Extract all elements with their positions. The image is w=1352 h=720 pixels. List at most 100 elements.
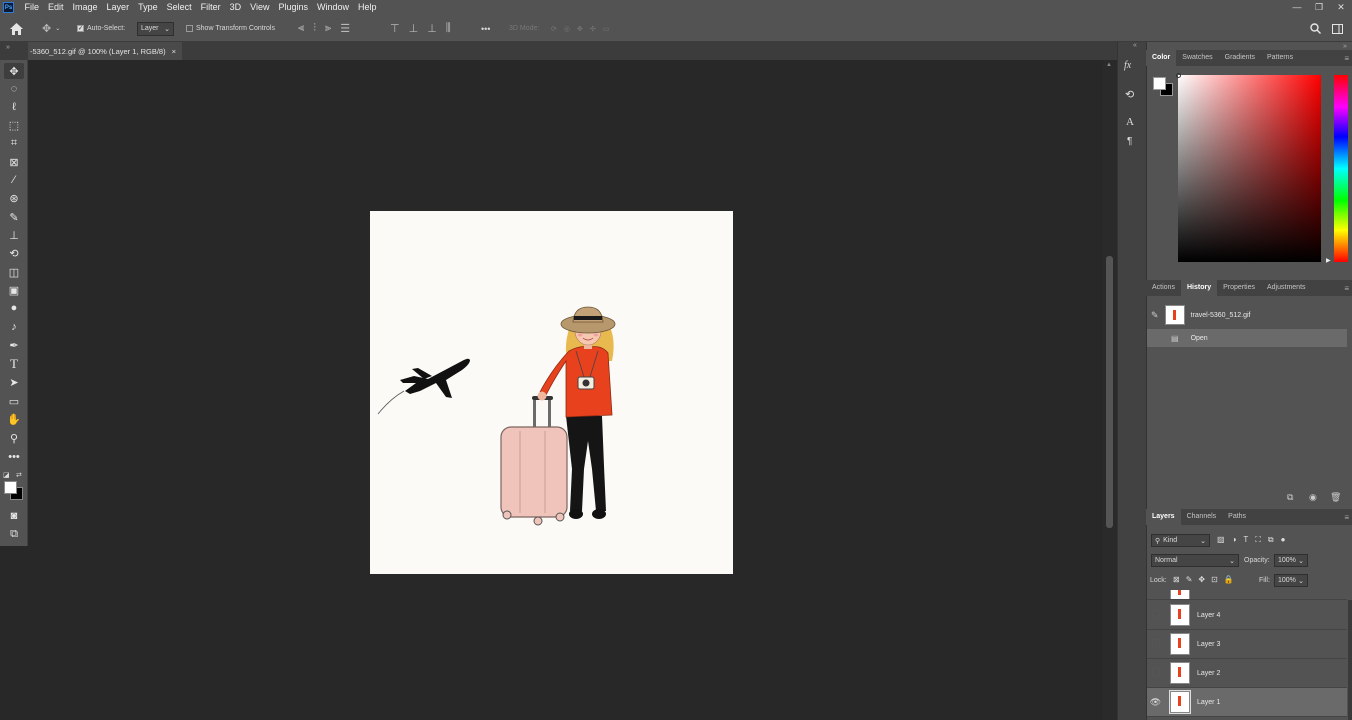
menu-window[interactable]: Window [317, 0, 349, 15]
lock-artboard-icon[interactable]: ⊡ [1211, 575, 1218, 584]
3d-video-icon[interactable]: ▭ [603, 25, 610, 33]
new-document-from-state-icon[interactable]: ⧉ [1287, 492, 1293, 503]
opacity-input[interactable]: 100% ⌄ [1274, 554, 1308, 567]
3d-orbit-icon[interactable]: ⟳ [551, 25, 557, 33]
history-brush-source-icon[interactable]: ✎ [1151, 310, 1159, 321]
clone-stamp-icon[interactable]: ⊥ [4, 227, 24, 243]
collapse-dock-icon[interactable]: » [1343, 43, 1347, 50]
color-picker-field[interactable] [1178, 75, 1321, 262]
menu-3d[interactable]: 3D [230, 0, 242, 15]
align-middle-icon[interactable]: ⊥ [409, 22, 419, 35]
history-state-row[interactable]: ▤ Open [1147, 329, 1347, 347]
type-tool-icon[interactable]: T [4, 356, 24, 372]
more-options-button[interactable]: ••• [481, 15, 490, 42]
3d-pan-icon[interactable]: ✥ [577, 25, 583, 33]
lock-position-icon[interactable]: ✥ [1198, 575, 1205, 584]
pen-tool-icon[interactable]: ✒ [4, 337, 24, 353]
align-left-icon[interactable]: ⫷ [298, 22, 304, 35]
layer-row[interactable]: Layer 3 [1147, 630, 1347, 659]
close-tab-icon[interactable]: × [172, 47, 176, 56]
menu-filter[interactable]: Filter [201, 0, 221, 15]
collapse-panels-icon[interactable]: « [1133, 42, 1137, 49]
filter-shape-icon[interactable]: ⛶ [1255, 535, 1261, 545]
blur-tool-icon[interactable]: ● [4, 300, 24, 316]
layer-row-selected[interactable]: 👁 Layer 1 [1147, 688, 1347, 717]
filter-pixel-icon[interactable]: ▨ [1217, 535, 1225, 545]
auto-select-target-dropdown[interactable]: Layer ⌄ [137, 21, 174, 36]
tab-color[interactable]: Color [1146, 50, 1177, 66]
quick-mask-icon[interactable]: ◙ [4, 508, 24, 524]
layer-visibility-toggle[interactable] [1147, 639, 1164, 649]
menu-type[interactable]: Type [138, 0, 158, 15]
move-tool-icon[interactable]: ✥ [4, 63, 24, 79]
menu-file[interactable]: File [25, 0, 40, 15]
fill-input[interactable]: 100% ⌄ [1274, 574, 1308, 587]
swap-colors-icon[interactable]: ⇄ [16, 471, 22, 479]
layer-row[interactable]: Layer 2 [1147, 659, 1347, 688]
tab-adjustments[interactable]: Adjustments [1261, 280, 1312, 296]
restore-button[interactable]: ❐ [1308, 0, 1330, 15]
filter-type-icon[interactable]: T [1243, 535, 1248, 545]
crop-tool-icon[interactable]: ⌗ [4, 135, 24, 151]
close-window-button[interactable]: ✕ [1330, 0, 1352, 15]
paragraph-panel-icon[interactable]: ¶ [1127, 136, 1132, 147]
trash-icon[interactable]: 🗑 [1330, 492, 1341, 503]
layers-scrollbar[interactable] [1348, 600, 1352, 720]
eyedropper-icon[interactable]: ⁄ [4, 172, 24, 188]
align-right-icon[interactable]: ⫸ [325, 22, 331, 35]
home-icon[interactable] [10, 15, 23, 42]
edit-toolbar-icon[interactable]: ••• [4, 449, 24, 465]
distribute-icon[interactable]: ☰ [340, 22, 350, 35]
search-icon[interactable] [1310, 15, 1321, 42]
3d-slide-icon[interactable]: ✣ [590, 25, 596, 33]
elliptical-marquee-icon[interactable]: ◌ [4, 81, 24, 97]
tab-patterns[interactable]: Patterns [1261, 50, 1299, 66]
history-snapshot-icon[interactable]: ⟲ [1125, 88, 1134, 101]
lock-transparency-icon[interactable]: ⊠ [1173, 575, 1180, 584]
zoom-tool-icon[interactable]: ⚲ [4, 430, 24, 446]
layer-name[interactable]: Layer 4 [1197, 612, 1220, 619]
blend-mode-dropdown[interactable]: Normal ⌄ [1151, 554, 1239, 567]
history-snapshot-row[interactable]: ✎ travel-5360_512.gif [1147, 304, 1347, 326]
eye-icon[interactable]: 👁 [1147, 697, 1164, 708]
filter-smart-object-icon[interactable]: ⧉ [1268, 535, 1274, 545]
lasso-tool-icon[interactable]: ℓ [4, 99, 24, 115]
align-center-icon[interactable]: ⫶ [313, 22, 316, 35]
hue-slider-handle[interactable]: ▶ [1326, 257, 1331, 264]
layer-visibility-toggle[interactable] [1147, 610, 1164, 620]
frame-tool-icon[interactable]: ⊠ [4, 154, 24, 170]
3d-roll-icon[interactable]: ◎ [564, 25, 570, 33]
workspace-icon[interactable] [1332, 15, 1343, 42]
layer-row-partial[interactable] [1147, 590, 1347, 600]
minimize-button[interactable]: — [1286, 0, 1308, 15]
document-canvas[interactable] [370, 211, 733, 574]
vertical-scroll-thumb[interactable] [1106, 256, 1113, 528]
layer-filter-kind-dropdown[interactable]: ⚲ Kind ⌄ [1151, 534, 1210, 547]
tab-actions[interactable]: Actions [1146, 280, 1181, 296]
path-selection-icon[interactable]: ➤ [4, 374, 24, 390]
menu-edit[interactable]: Edit [48, 0, 64, 15]
distribute-vertical-icon[interactable]: ⫼ [446, 22, 451, 35]
menu-view[interactable]: View [250, 0, 269, 15]
eraser-tool-icon[interactable]: ◫ [4, 264, 24, 280]
menu-select[interactable]: Select [167, 0, 192, 15]
tab-gradients[interactable]: Gradients [1219, 50, 1261, 66]
gradient-tool-icon[interactable]: ▣ [4, 282, 24, 298]
auto-select-checkbox[interactable]: ✓ [77, 25, 84, 32]
color-picker-marker[interactable] [1176, 73, 1181, 78]
hand-tool-icon[interactable]: ✋ [4, 411, 24, 427]
align-bottom-icon[interactable]: ⊥ [427, 22, 437, 35]
filter-adjustment-icon[interactable]: ◑ [1232, 535, 1237, 545]
healing-brush-icon[interactable]: ⊛ [4, 190, 24, 206]
default-colors-icon[interactable]: ◪ [3, 471, 10, 479]
layer-row[interactable]: Layer 4 [1147, 601, 1347, 630]
object-selection-icon[interactable]: ⬚ [4, 117, 24, 133]
scroll-up-icon[interactable]: ▲ [1106, 62, 1112, 68]
tab-channels[interactable]: Channels [1181, 509, 1223, 525]
menu-plugins[interactable]: Plugins [278, 0, 308, 15]
collapse-toolbar-icon[interactable]: » [6, 44, 10, 51]
tab-swatches[interactable]: Swatches [1176, 50, 1218, 66]
tab-history[interactable]: History [1180, 280, 1218, 296]
history-brush-icon[interactable]: ⟲ [4, 245, 24, 261]
layer-name[interactable]: Layer 2 [1197, 670, 1220, 677]
